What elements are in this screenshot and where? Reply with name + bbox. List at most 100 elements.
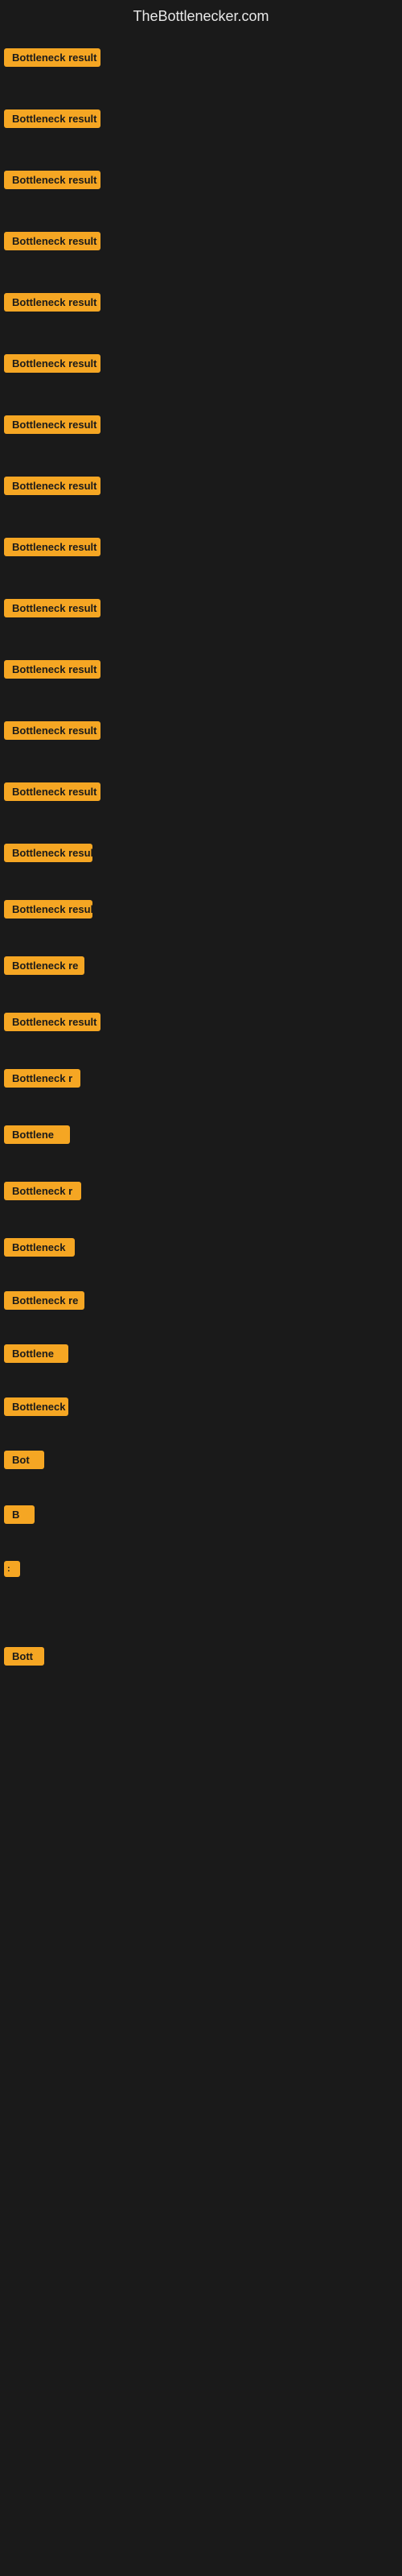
bottleneck-row: Bot (4, 1445, 398, 1474)
row-spacer (4, 1213, 398, 1231)
row-spacer (4, 508, 398, 530)
list-item: Bot (4, 1443, 398, 1476)
list-item: Bott (4, 1640, 398, 1672)
row-spacer (4, 1044, 398, 1062)
list-item: Bottleneck result (4, 653, 398, 685)
bottleneck-row: Bottleneck re (4, 951, 398, 980)
row-spacer (4, 1100, 398, 1118)
bottleneck-row: Bottleneck result (4, 838, 398, 867)
row-spacer (4, 630, 398, 653)
bottleneck-row: Bott (4, 1641, 398, 1670)
bottleneck-badge[interactable]: Bottleneck result (4, 354, 100, 373)
list-item: Bottleneck result (4, 469, 398, 502)
bottleneck-row: B (4, 1500, 398, 1529)
list-item: Bottleneck result (4, 225, 398, 257)
row-spacer (4, 1482, 398, 1498)
list-item: Bottleneck result (4, 775, 398, 807)
bottleneck-badge[interactable]: Bottleneck result (4, 293, 100, 312)
bottleneck-badge[interactable]: Bottleneck result (4, 477, 100, 495)
row-spacer (4, 931, 398, 949)
bottleneck-badge[interactable]: Bott (4, 1647, 44, 1666)
row-spacer (4, 324, 398, 347)
bottleneck-badge[interactable]: Bottleneck result (4, 660, 100, 679)
list-item: Bottleneck result (4, 592, 398, 624)
row-spacer (4, 263, 398, 286)
row-spacer (4, 141, 398, 163)
bottleneck-badge[interactable]: Bottleneck result (4, 599, 100, 617)
bottleneck-badge[interactable]: Bottleneck re (4, 956, 84, 975)
bottleneck-row: Bottleneck result (4, 894, 398, 923)
bottleneck-row: Bottleneck (4, 1232, 398, 1261)
bottleneck-badge[interactable]: Bottleneck result (4, 782, 100, 801)
row-spacer (4, 80, 398, 102)
bottleneck-badge[interactable]: Bottleneck result (4, 538, 100, 556)
bottleneck-row: Bottleneck r (4, 1176, 398, 1205)
bottleneck-badge[interactable]: Bot (4, 1451, 44, 1469)
bottleneck-row: Bottleneck result (4, 1007, 398, 1036)
list-item: Bottleneck (4, 1390, 398, 1422)
bottleneck-badge[interactable]: Bottleneck re (4, 1291, 84, 1310)
bottleneck-badge[interactable]: Bottleneck result (4, 844, 92, 862)
row-spacer (4, 691, 398, 714)
list-item: Bottleneck result (4, 893, 398, 925)
list-item: B (4, 1498, 398, 1530)
bottleneck-row: Bottleneck result (4, 532, 398, 561)
bottleneck-row: Bottleneck result (4, 165, 398, 194)
bottleneck-badge[interactable]: Bottlene (4, 1125, 70, 1144)
page-title: TheBottlenecker.com (0, 0, 402, 37)
row-spacer (4, 988, 398, 1005)
bottleneck-badge[interactable]: B (4, 1505, 35, 1524)
bottleneck-row: Bottleneck result (4, 716, 398, 745)
row-spacer (4, 1376, 398, 1390)
bottleneck-badge[interactable]: Bottlene (4, 1344, 68, 1363)
row-spacer (4, 1537, 398, 1553)
bottleneck-row: Bottleneck result (4, 593, 398, 622)
items-container: Bottleneck result Bottleneck result Bottle… (0, 37, 402, 1699)
list-item: Bottleneck (4, 1231, 398, 1263)
list-item: Bottleneck result (4, 286, 398, 318)
bottleneck-row: Bottleneck result (4, 654, 398, 683)
bottleneck-row: Bottleneck result (4, 287, 398, 316)
bottleneck-badge[interactable]: Bottleneck result (4, 1013, 100, 1031)
row-spacer (4, 386, 398, 408)
list-item: Bottleneck result (4, 408, 398, 440)
list-item: Bottlene (4, 1118, 398, 1150)
bottleneck-badge[interactable]: Bottleneck (4, 1238, 75, 1257)
bottleneck-row: Bottleneck result (4, 104, 398, 133)
list-item: Bottleneck re (4, 949, 398, 981)
bottleneck-row: Bottlene (4, 1120, 398, 1149)
list-item: Bottleneck r (4, 1174, 398, 1207)
row-spacer (4, 753, 398, 775)
bottleneck-badge[interactable]: Bottleneck result (4, 415, 100, 434)
bottleneck-badge[interactable]: Bottleneck result (4, 900, 92, 919)
bottleneck-row: Bottleneck result (4, 471, 398, 500)
bottleneck-badge[interactable]: Bottleneck result (4, 171, 100, 189)
list-item: Bottleneck result (4, 163, 398, 196)
bottleneck-row: Bottleneck r (4, 1063, 398, 1092)
row-spacer (4, 1678, 398, 1695)
bottleneck-badge[interactable]: Bottleneck r (4, 1069, 80, 1088)
list-item: Bottleneck r (4, 1062, 398, 1094)
bottleneck-row: Bottleneck result (4, 43, 398, 72)
bottleneck-badge[interactable]: Bottleneck (4, 1397, 68, 1416)
list-item: Bottleneck result (4, 714, 398, 746)
bottleneck-badge[interactable]: Bottleneck result (4, 232, 100, 250)
row-spacer (4, 875, 398, 893)
list-item: Bottleneck result (4, 347, 398, 379)
bottleneck-row: Bottleneck (4, 1392, 398, 1421)
bottleneck-row: Bottleneck result (4, 410, 398, 439)
row-spacer (4, 1591, 398, 1640)
row-spacer (4, 1269, 398, 1284)
bottleneck-badge[interactable]: : (4, 1561, 20, 1577)
bottleneck-badge[interactable]: Bottleneck result (4, 721, 100, 740)
list-item: Bottleneck result (4, 41, 398, 73)
bottleneck-row: : (4, 1554, 398, 1583)
bottleneck-badge[interactable]: Bottleneck r (4, 1182, 81, 1200)
bottleneck-row: Bottleneck result (4, 349, 398, 378)
list-item: : (4, 1553, 398, 1585)
row-spacer (4, 202, 398, 225)
bottleneck-badge[interactable]: Bottleneck result (4, 48, 100, 67)
bottleneck-badge[interactable]: Bottleneck result (4, 109, 100, 128)
list-item: Bottleneck re (4, 1284, 398, 1316)
list-item: Bottleneck result (4, 836, 398, 869)
